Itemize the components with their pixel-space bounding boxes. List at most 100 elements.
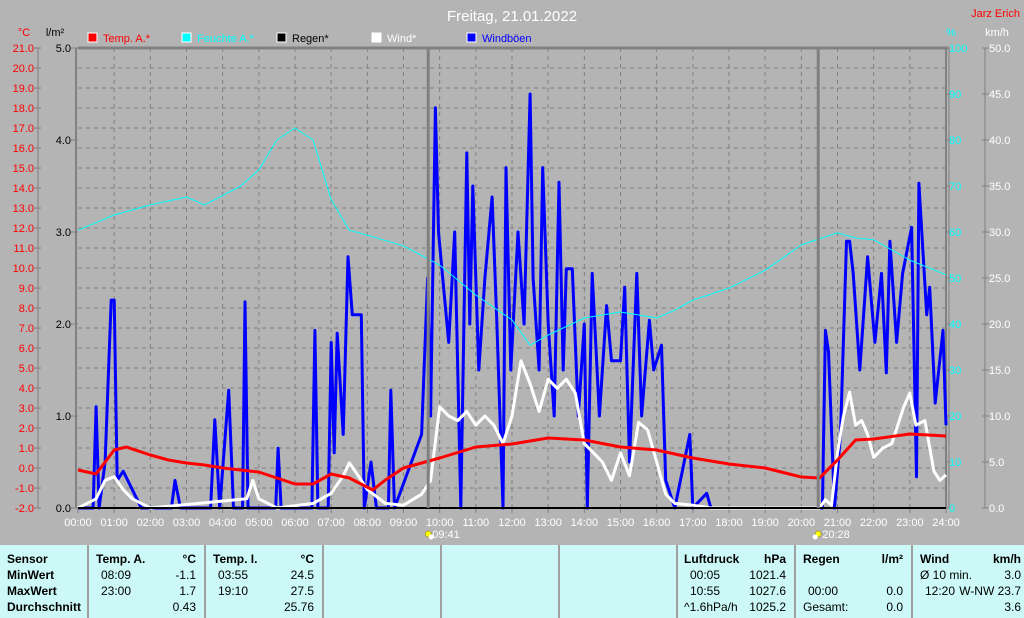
sensor-column: Sensor MinWert MaxWert Durchschnitt — [0, 545, 89, 618]
min-label: MinWert — [7, 568, 55, 582]
temp-tick-label: 13.0 — [13, 203, 34, 215]
pressure-avg: 1025.2 — [749, 600, 786, 614]
temp-tick-label: 11.0 — [13, 243, 34, 255]
wind-avg: 3.0 — [1004, 568, 1021, 582]
temp-tick-label: 18.0 — [13, 103, 34, 115]
x-tick-label: 16:00 — [643, 517, 671, 529]
legend-swatch — [181, 32, 192, 43]
rain-tick-label: 3.0 — [56, 227, 71, 239]
temp-a-min-time: 08:09 — [101, 568, 132, 582]
x-tick-label: 15:00 — [607, 517, 635, 529]
temp-a-min: -1.1 — [175, 568, 196, 582]
pressure-column: Luftdruck hPa 00:05 1021.4 10:55 1027.6 ^1.… — [678, 545, 796, 618]
legend-label: Feuchte A.* — [197, 33, 255, 45]
series-line-windböen — [78, 92, 948, 510]
temp-tick-label: 6.0 — [19, 343, 34, 355]
wind-tick-label: 25.0 — [989, 273, 1010, 285]
humidity-tick-label: 30 — [949, 365, 961, 377]
temp-a-column: Temp. A. °C 08:09 -1.1 23:00 1.7 0.43 — [89, 545, 206, 618]
statistics-table: Sensor MinWert MaxWert Durchschnitt Temp… — [0, 545, 1024, 618]
rain-time: 00:00 — [808, 584, 839, 598]
wind-unit: km/h — [985, 27, 1009, 39]
wind-tick-label: 35.0 — [989, 181, 1010, 193]
rain-value: 0.0 — [886, 584, 903, 598]
x-tick-label: 01:00 — [100, 517, 128, 529]
wind-column: Wind km/h Ø 10 min. 3.0 12:20 W-NW 23.7 3.6 — [913, 545, 1024, 618]
legend-swatch — [87, 32, 98, 43]
x-tick-label: 00:00 — [64, 517, 92, 529]
x-tick-label: 03:00 — [173, 517, 201, 529]
pressure-max: 1027.6 — [749, 584, 786, 598]
wind-tick-label: 30.0 — [989, 227, 1010, 239]
rain-header: Regen — [803, 552, 840, 566]
wind-max: W-NW 23.7 — [959, 584, 1021, 598]
legend-label: Temp. A.* — [103, 33, 151, 45]
x-tick-label: 19:00 — [751, 517, 779, 529]
wind-tick-label: 50.0 — [989, 43, 1010, 55]
temp-a-unit: °C — [182, 552, 196, 566]
series-group — [77, 92, 948, 510]
rain-tick-label: 5.0 — [56, 43, 71, 55]
max-label: MaxWert — [7, 584, 57, 598]
x-tick-label: 08:00 — [354, 517, 382, 529]
rain-tick-label: 0.0 — [56, 503, 71, 515]
wind-mean: 3.6 — [1004, 600, 1021, 614]
temp-i-header: Temp. I. — [213, 552, 258, 566]
legend-label: Windböen — [482, 33, 532, 45]
temp-tick-label: 4.0 — [19, 383, 34, 395]
temp-i-unit: °C — [300, 552, 314, 566]
x-tick-label: 22:00 — [860, 517, 888, 529]
sun-marker-label: 09:41 — [432, 529, 460, 541]
x-tick-label: 11:00 — [462, 517, 489, 529]
empty-column — [560, 545, 678, 618]
author-label: Jarz Erich — [971, 8, 1020, 20]
temp-tick-label: 8.0 — [19, 303, 34, 315]
pressure-min-time: 00:05 — [690, 568, 721, 582]
wind-tick-label: 45.0 — [989, 89, 1010, 101]
pressure-trend: ^1.6hPa/h — [684, 600, 738, 614]
pressure-unit: hPa — [763, 552, 786, 566]
temp-a-max: 1.7 — [179, 584, 196, 598]
temp-tick-label: 2.0 — [19, 423, 34, 435]
temp-unit: °C — [18, 27, 30, 39]
pressure-header: Luftdruck — [684, 552, 740, 566]
temp-tick-label: 12.0 — [13, 223, 34, 235]
temp-i-avg: 25.76 — [283, 600, 314, 614]
rain-tick-label: 1.0 — [56, 411, 71, 423]
temp-tick-label: 0.0 — [19, 463, 34, 475]
sensor-header: Sensor — [7, 552, 48, 566]
wind-avg-label: Ø 10 min. — [920, 568, 973, 582]
x-tick-label: 04:00 — [209, 517, 237, 529]
humidity-tick-label: 100 — [949, 43, 967, 55]
humidity-tick-label: 20 — [949, 411, 961, 423]
rain-tick-label: 4.0 — [56, 135, 71, 147]
legend: Temp. A.* Feuchte A.* Regen* Wind* Windböen — [87, 32, 532, 45]
temp-a-max-time: 23:00 — [101, 584, 132, 598]
x-tick-label: 14:00 — [571, 517, 599, 529]
temp-i-min-time: 03:55 — [218, 568, 249, 582]
avg-label: Durchschnitt — [7, 600, 82, 614]
temp-tick-label: 3.0 — [19, 403, 34, 415]
x-tick-label: 06:00 — [281, 517, 309, 529]
temp-i-column: Temp. I. °C 03:55 24.5 19:10 27.5 25.76 — [206, 545, 324, 618]
temp-i-max-time: 19:10 — [218, 584, 249, 598]
sun-marker-label: 20:28 — [822, 529, 850, 541]
weather-chart: Freitag, 21.01.2022 Jarz Erich °C l/m² %… — [13, 8, 1020, 541]
wind-tick-label: 5.0 — [989, 457, 1004, 469]
temp-tick-label: 21.0 — [13, 43, 34, 55]
wind-unit-label: km/h — [992, 552, 1021, 566]
rain-unit: l/m² — [46, 27, 65, 39]
temp-tick-label: -2.0 — [15, 503, 34, 515]
x-tick-label: 23:00 — [896, 517, 924, 529]
temp-tick-label: 20.0 — [13, 63, 34, 75]
pressure-min: 1021.4 — [749, 568, 786, 582]
temp-a-avg: 0.43 — [172, 600, 196, 614]
x-tick-label: 17:00 — [679, 517, 707, 529]
x-tick-label: 10:00 — [426, 517, 454, 529]
wind-tick-label: 20.0 — [989, 319, 1010, 331]
temp-tick-label: 17.0 — [13, 123, 34, 135]
humidity-unit: % — [946, 27, 956, 39]
temp-tick-label: 1.0 — [19, 443, 34, 455]
x-tick-label: 21:00 — [824, 517, 852, 529]
rain-column: Regen l/m² 00:00 0.0 Gesamt: 0.0 — [796, 545, 913, 618]
